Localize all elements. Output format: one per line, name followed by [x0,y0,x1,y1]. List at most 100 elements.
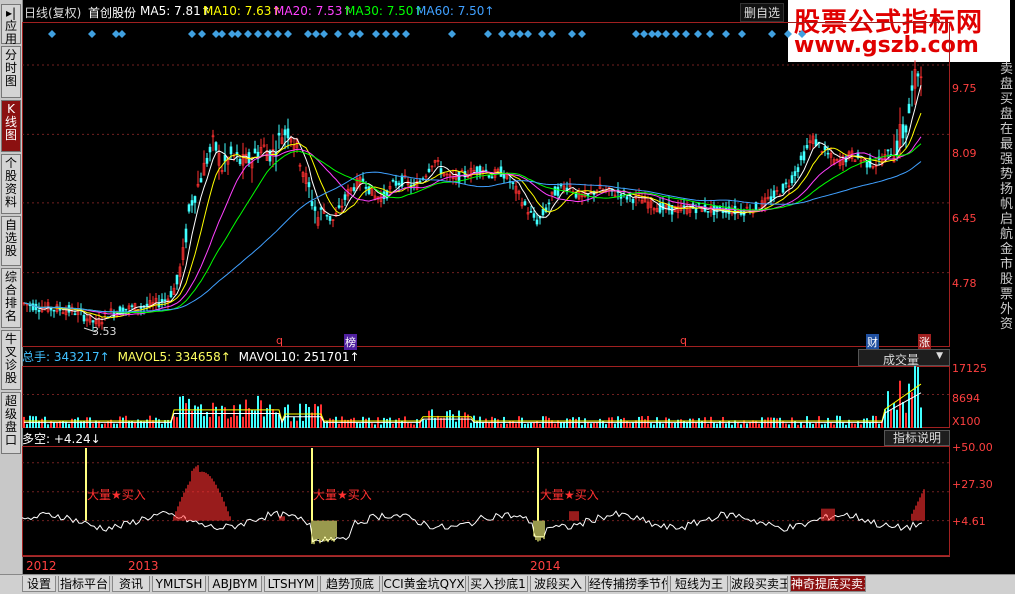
volume-bar [350,418,352,428]
candle-body [307,182,311,188]
bottom-tab-1[interactable]: 指标平台 [58,576,110,592]
candle-body [328,215,332,221]
volume-bar [869,422,871,428]
volume-bar [251,409,253,428]
volume-bar [866,418,868,428]
volume-bar [506,423,508,428]
candle-body [625,196,629,200]
volume-bar [533,422,535,428]
signal-diamond-icon [48,30,56,38]
volume-bar [206,412,208,428]
chart-type-label[interactable]: 日线(复权) [24,4,81,21]
sidebar-tab-intraday[interactable]: 分时图 [1,46,21,98]
volume-bar [548,417,550,428]
bottom-tab-11[interactable]: 短线为王 [670,576,728,592]
candle-body [682,205,686,208]
volume-bar [266,408,268,428]
signal-diamond-icon [784,30,792,38]
volume-bar [794,420,796,428]
volume-bar [101,424,103,428]
volume-bar [104,423,106,428]
bottom-tab-6[interactable]: 趋势顶底 [320,576,380,592]
volume-bar [692,418,694,428]
indicator-explain-button[interactable]: 指标说明 [884,430,950,446]
signal-diamond-icon [312,30,320,38]
candle-body [586,194,590,196]
sidebar-tab-watchlist[interactable]: 自选股 [1,216,21,266]
volume-bar [227,418,229,428]
marker-finance[interactable]: 财 [866,334,879,350]
bottom-tab-10[interactable]: 经传捕捞季节付 [588,576,668,592]
indicator-tick-3: +4.61 [952,515,986,528]
delete-watchlist-button[interactable]: 删自选 [740,3,785,22]
candle-body [52,309,56,312]
indicator-chart[interactable] [22,446,950,556]
sidebar-tab-ranking[interactable]: 综合排名 [1,268,21,328]
bottom-tab-12[interactable]: 波段买卖王 [730,576,788,592]
volume-bar [713,422,715,428]
volume-bar [221,405,223,428]
candle-body [364,186,368,189]
bottom-tab-7[interactable]: CCI黄金坑QYX [382,576,466,592]
volume-bar [905,412,907,428]
marker-limit-up[interactable]: 涨 [918,334,931,350]
volume-bar [599,418,601,428]
candle-body [706,211,710,213]
candle-body [391,179,395,182]
volume-bar [356,422,358,428]
bottom-tab-3[interactable]: YMLTSH [152,576,206,592]
signal-diamond-icon [738,30,746,38]
volume-bar [74,419,76,428]
sidebar-tab-apps[interactable]: ▸|应用 [1,4,21,46]
candle-body [694,208,698,214]
volume-bar [590,423,592,428]
volume-bar [380,424,382,428]
sidebar-tab-kline[interactable]: K线图 [1,100,21,152]
bottom-tab-0[interactable]: 设置 [22,576,56,592]
volume-bar [698,418,700,428]
volume-bar [161,423,163,428]
total-hands-label: 总手: 343217↑ [22,350,110,364]
volume-bar [821,424,823,428]
volume-bar [740,424,742,428]
volume-bar [815,422,817,428]
signal-diamond-icon [768,30,776,38]
volume-bar [566,418,568,428]
volume-chart[interactable] [22,366,950,428]
volume-bar [272,409,274,428]
sidebar-tab-level2[interactable]: 超级盘口 [1,392,21,454]
bottom-tab-9[interactable]: 波段买入 [530,576,586,592]
volume-bar [149,415,151,428]
bottom-tab-8[interactable]: 买入抄底1 [468,576,528,592]
volume-bar [554,423,556,428]
bottom-tab-4[interactable]: ABJBYM [208,576,262,592]
volume-bar [653,424,655,428]
volume-bar [515,423,517,428]
volume-bar [290,421,292,428]
ma20-label: MA20: 7.53↑ [274,4,353,18]
year-label-2013: 2013 [128,559,159,573]
right-quote-panel: 卖盘 买盘 在最强势扬帆启航金市股票外资 [1000,62,1014,332]
bottom-tab-2[interactable]: 资讯 [112,576,150,592]
sidebar-tab-stock-info[interactable]: 个股资料 [1,154,21,214]
price-chart[interactable] [22,22,950,347]
signal-diamond-icon [334,30,342,38]
marker-q-1[interactable]: q [276,334,283,347]
volume-bar [860,424,862,428]
volume-bar [707,424,709,428]
candle-body [907,103,911,114]
volume-bar [569,419,571,428]
bottom-tab-5[interactable]: LTSHYM [264,576,318,592]
candle-body [208,146,212,153]
volume-bar [260,400,262,428]
marker-q-2[interactable]: q [680,334,687,347]
volume-bar [113,423,115,428]
volume-indicator-dropdown[interactable]: 成交量 ▼ [858,349,950,367]
volume-bar [92,423,94,428]
sidebar-tab-diagnosis[interactable]: 牛叉诊股 [1,330,21,390]
volume-bar [614,423,616,428]
candle-body [190,200,194,206]
volume-bar [257,395,259,428]
volume-bar [854,423,856,428]
bottom-tab-13[interactable]: 神奇提底买卖王指 [790,576,866,592]
